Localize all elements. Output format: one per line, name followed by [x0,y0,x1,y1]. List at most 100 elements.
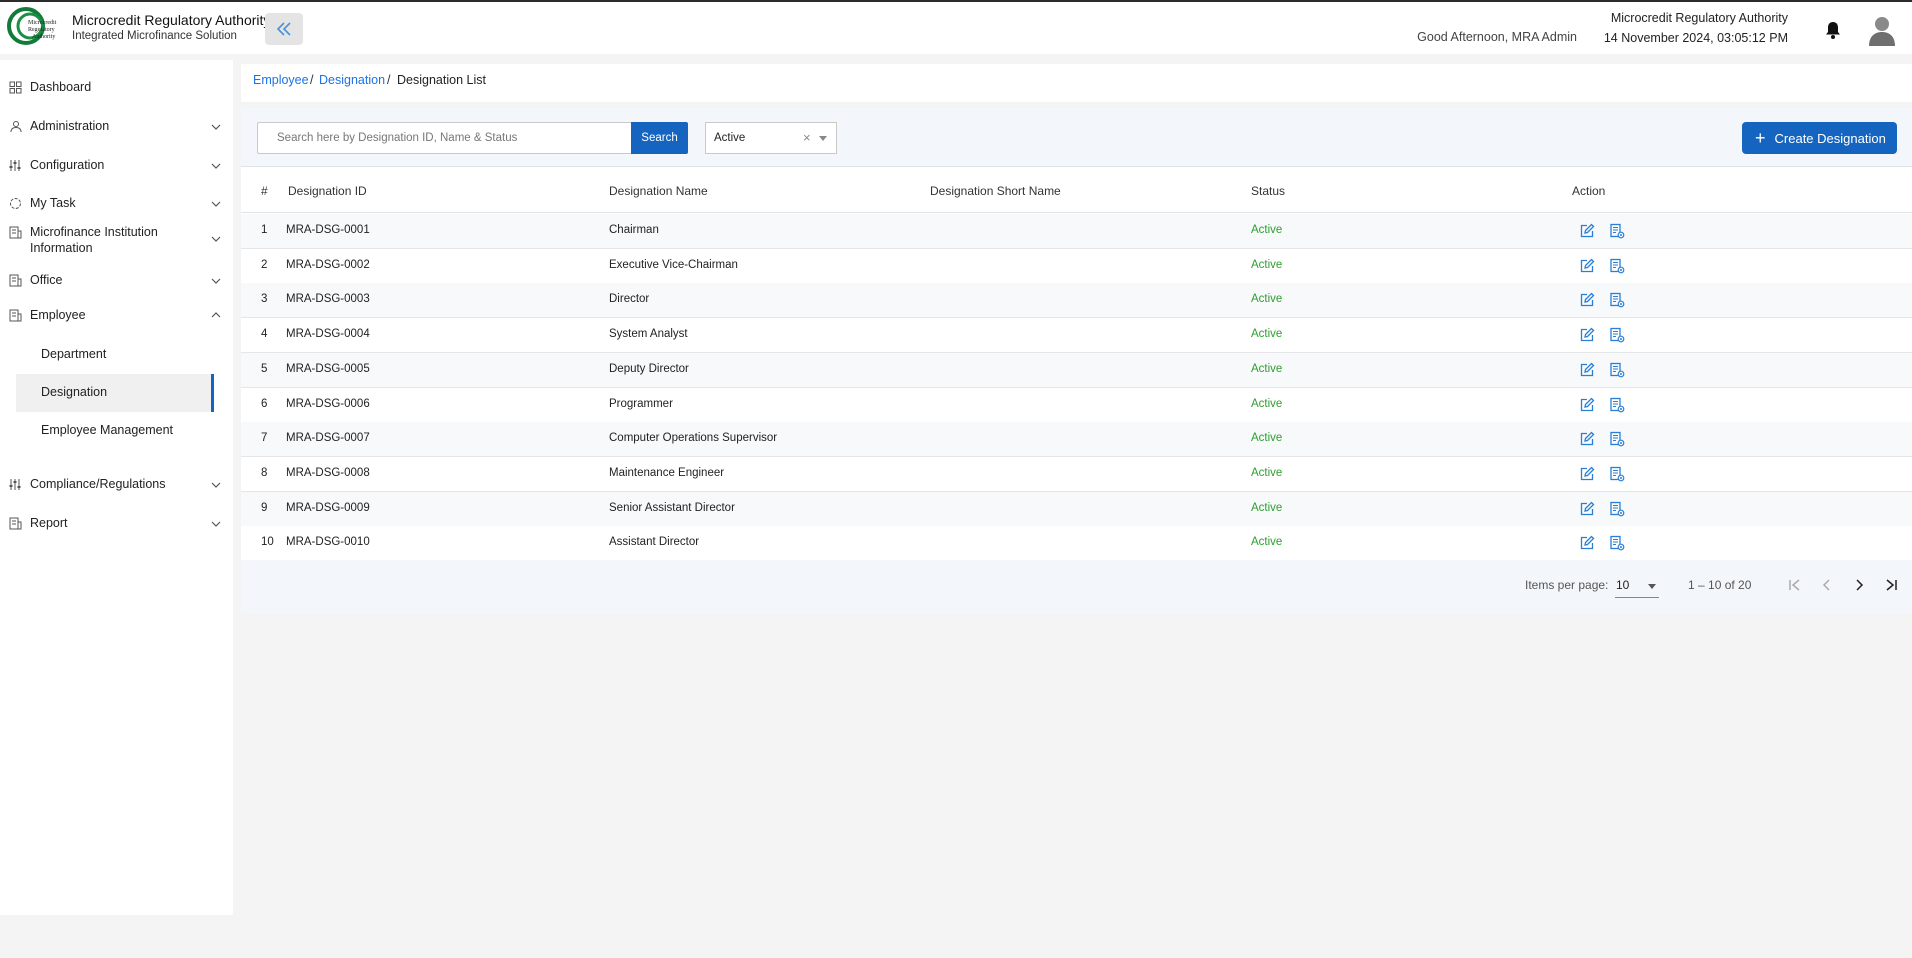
edit-icon[interactable] [1579,397,1595,413]
sidebar-subitem-department[interactable]: Department [16,336,214,374]
items-per-page-label: Items per page: [1525,578,1609,592]
items-per-page-select[interactable]: 10 [1615,574,1659,598]
user-avatar-icon[interactable] [1867,14,1897,46]
column-header: Designation ID [288,184,367,198]
table-row: 9 MRA-DSG-0009 Senior Assistant Director Ac… [241,491,1912,527]
last-page-icon[interactable] [1882,576,1900,594]
sidebar-item-administration[interactable]: Administration [0,117,233,135]
chevron-down-icon [211,521,221,527]
brand-subtitle: Integrated Microfinance Solution [72,30,237,42]
logo: Microcredit Regulatory Authority [7,7,57,45]
designation-name: Assistant Director [609,536,700,549]
view-details-icon[interactable] [1609,292,1625,308]
create-designation-button[interactable]: + Create Designation [1742,122,1897,154]
row-number: 8 [261,466,268,479]
edit-icon[interactable] [1579,327,1595,343]
designation-name: Senior Assistant Director [609,501,735,514]
table-row: 8 MRA-DSG-0008 Maintenance Engineer Active [241,456,1912,492]
row-number: 5 [261,362,268,375]
table-row: 7 MRA-DSG-0007 Computer Operations Supervi… [241,422,1912,458]
view-details-icon[interactable] [1609,362,1625,378]
designation-name: Maintenance Engineer [609,466,725,479]
breadcrumb-designation-link[interactable]: Designation [319,73,385,87]
designation-id: MRA-DSG-0009 [286,501,370,514]
clear-icon[interactable]: × [803,130,811,145]
status-text: Active [1251,432,1283,445]
paginator: Items per page: 10 1 – 10 of 20 [241,560,1912,613]
sidebar-subitem-label: Employee Management [41,423,174,437]
column-header: # [261,184,268,198]
view-details-icon[interactable] [1609,223,1625,239]
edit-icon[interactable] [1579,431,1595,447]
sidebar-item-label: Employee [30,308,86,322]
next-page-icon[interactable] [1850,576,1868,594]
view-details-icon[interactable] [1609,535,1625,551]
column-header: Designation Name [609,184,708,198]
sidebar-item-microfinance-institution[interactable]: Microfinance Institution Information [0,223,233,257]
sidebar-item-report[interactable]: Report [0,514,233,532]
header-org-name: Microcredit Regulatory Authority [1610,11,1788,25]
edit-icon[interactable] [1579,258,1595,274]
table-row: 3 MRA-DSG-0003 Director Active [241,283,1912,319]
view-details-icon[interactable] [1609,397,1625,413]
chevron-down-icon [211,124,221,130]
edit-icon[interactable] [1579,223,1595,239]
sidebar-item-office[interactable]: Office [0,271,233,289]
sidebar-subitem-designation[interactable]: Designation [16,374,214,412]
sidebar-collapse-button[interactable] [265,13,303,45]
status-filter-select[interactable]: Active × [705,122,837,154]
edit-icon[interactable] [1579,501,1595,517]
task-icon [10,198,21,209]
edit-icon[interactable] [1579,466,1595,482]
table-row: 2 MRA-DSG-0002 Executive Vice-Chairman Acti… [241,248,1912,284]
admin-icon [10,121,22,133]
designation-id: MRA-DSG-0005 [286,362,370,375]
chevron-down-icon [211,482,221,488]
row-number: 10 [261,536,274,549]
sidebar-item-label: Report [30,516,68,530]
sidebar-subitem-employee-management[interactable]: Employee Management [16,412,214,450]
view-details-icon[interactable] [1609,431,1625,447]
view-details-icon[interactable] [1609,501,1625,517]
designation-name: Chairman [609,224,659,236]
notification-bell-icon[interactable] [1824,20,1842,40]
breadcrumb-employee-link[interactable]: Employee [253,73,309,87]
chevron-down-icon [211,201,221,207]
search-button[interactable]: Search [631,122,688,154]
sidebar-item-dashboard[interactable]: Dashboard [0,78,233,96]
edit-icon[interactable] [1579,292,1595,308]
sidebar-item-label: Configuration [30,158,105,172]
sidebar-item-my-task[interactable]: My Task [0,194,233,212]
search-input[interactable] [257,122,632,154]
status-filter-value: Active [714,132,746,144]
row-number: 7 [261,432,268,445]
table-row: 1 MRA-DSG-0001 Chairman Active [241,214,1912,249]
edit-icon[interactable] [1579,362,1595,378]
table-row: 4 MRA-DSG-0004 System Analyst Active [241,318,1912,354]
first-page-icon[interactable] [1786,576,1804,594]
svg-text:Authority: Authority [32,34,55,40]
sidebar-item-employee[interactable]: Employee [0,306,233,324]
edit-icon[interactable] [1579,535,1595,551]
status-text: Active [1251,501,1283,514]
designation-id: MRA-DSG-0003 [286,293,370,306]
designation-id: MRA-DSG-0002 [286,258,370,271]
sidebar-item-configuration[interactable]: Configuration [0,156,233,174]
row-number: 6 [261,397,268,410]
table-row: 6 MRA-DSG-0006 Programmer Active [241,387,1912,423]
breadcrumb: Employee / Designation / Designation Lis… [241,64,1912,102]
building-icon [9,226,22,239]
status-text: Active [1251,536,1283,549]
column-header: Designation Short Name [930,184,1061,198]
svg-text:Regulatory: Regulatory [28,27,55,33]
sidebar-item-compliance[interactable]: Compliance/Regulations [0,475,233,493]
app-header: Microcredit Regulatory Authority Microcr… [0,2,1912,54]
view-details-icon[interactable] [1609,327,1625,343]
view-details-icon[interactable] [1609,258,1625,274]
status-text: Active [1251,466,1283,479]
report-icon [9,517,22,530]
previous-page-icon[interactable] [1818,576,1836,594]
chevron-down-icon [211,278,221,284]
caret-down-icon [819,136,827,141]
view-details-icon[interactable] [1609,466,1625,482]
